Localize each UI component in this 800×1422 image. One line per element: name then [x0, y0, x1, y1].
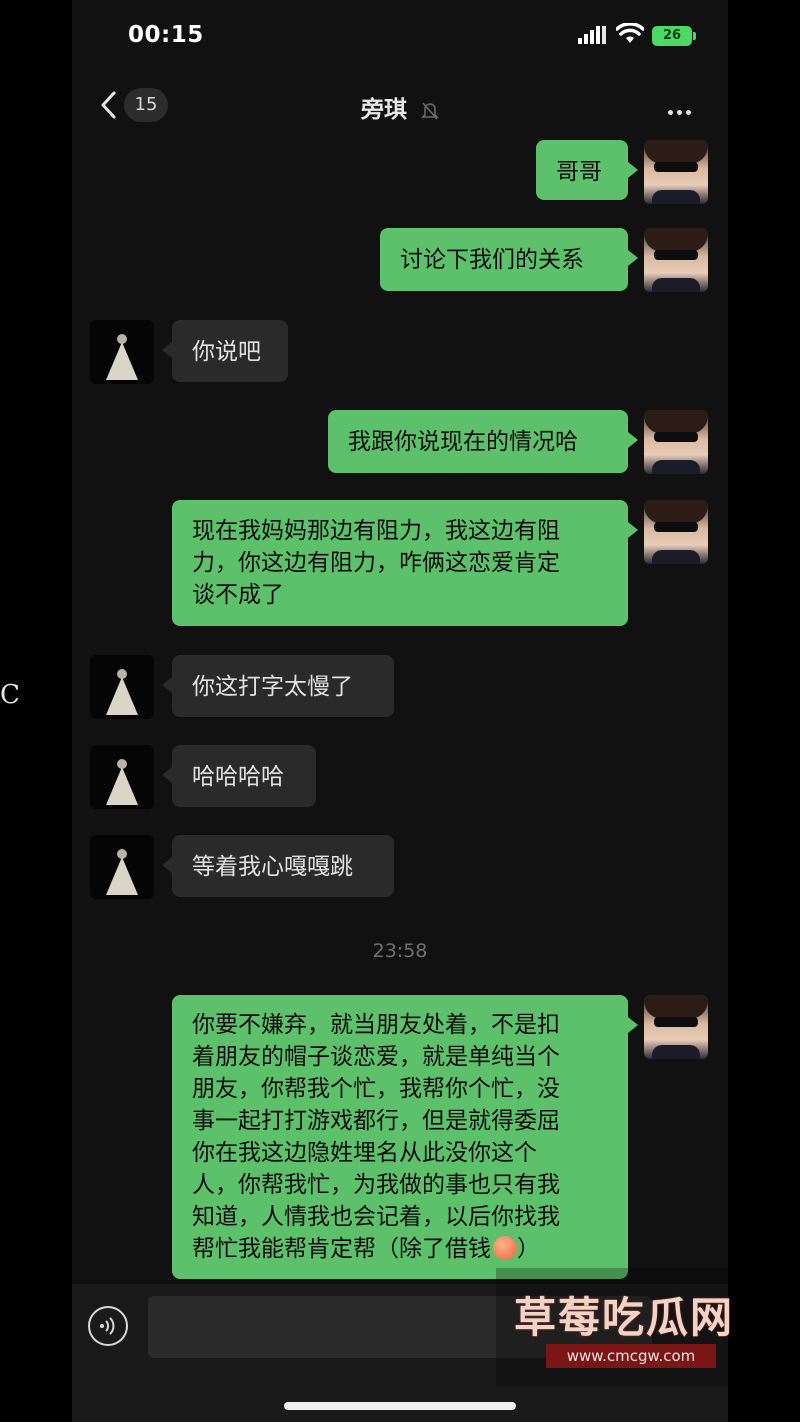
message-line: 知道，人情我也会记着，以后你找我 [192, 1204, 560, 1230]
contact-avatar[interactable] [90, 320, 154, 384]
self-avatar[interactable] [644, 410, 708, 474]
home-indicator[interactable] [284, 1402, 516, 1410]
message-bubble-contact[interactable]: 你说吧 [162, 320, 288, 382]
contact-avatar[interactable] [90, 745, 154, 809]
self-avatar[interactable] [644, 228, 708, 292]
message-line: 谈不成了 [192, 582, 284, 608]
message-line: 力，你这边有阻力，咋俩这恋爱肯定 [192, 550, 560, 576]
message-line-end: ） [517, 1236, 540, 1262]
status-time: 00:15 [128, 22, 204, 48]
watermark-logo: 草莓吃瓜网 [514, 1293, 735, 1342]
message-bubble-self[interactable]: 现在我妈妈那边有阻力，我这边有阻 力，你这边有阻力，咋俩这恋爱肯定 谈不成了 [172, 500, 638, 626]
message-line: 着朋友的帽子谈恋爱，就是单纯当个 [192, 1044, 560, 1070]
self-avatar[interactable] [644, 500, 708, 564]
message-line: 帮忙我能帮肯定帮（除了借钱 ） [192, 1233, 608, 1265]
message-line: 现在我妈妈那边有阻力，我这边有阻 [192, 518, 560, 544]
chat-title-wrap: 旁琪 [72, 90, 728, 124]
message-line: 朋友，你帮我个忙，我帮你个忙，没 [192, 1076, 560, 1102]
message-bubble-contact[interactable]: 等着我心嘎嘎跳 [162, 835, 394, 897]
battery-indicator: 26 [652, 26, 696, 46]
side-text: C [0, 680, 20, 710]
signal-icon [578, 26, 606, 44]
message-bubble-contact[interactable]: 你这打字太慢了 [162, 655, 394, 717]
watermark-url: www.cmcgw.com [546, 1344, 716, 1368]
emoji-icon [493, 1236, 517, 1260]
contact-avatar[interactable] [90, 835, 154, 899]
message-bubble-contact[interactable]: 哈哈哈哈 [162, 745, 316, 807]
message-bubble-self[interactable]: 哥哥 [536, 140, 638, 200]
message-line: 人，你帮我忙，为我做的事也只有我 [192, 1172, 560, 1198]
message-line: 你在我这边隐姓埋名从此没你这个 [192, 1140, 537, 1166]
more-icon[interactable] [668, 100, 695, 119]
status-bar: 00:15 26 [72, 0, 728, 70]
watermark: 草莓吃瓜网 www.cmcgw.com [496, 1268, 786, 1386]
message-bubble-self[interactable]: 你要不嫌弃，就当朋友处着，不是扣 着朋友的帽子谈恋爱，就是单纯当个 朋友，你帮我… [172, 995, 638, 1279]
chat-screen: 00:15 26 15 旁琪 哥哥 讨论下我们的关系 你说吧 我跟你说现在的情况… [72, 0, 728, 1422]
message-line-text: 帮忙我能帮肯定帮（除了借钱 [192, 1236, 491, 1262]
mute-icon [421, 101, 439, 120]
message-line: 事一起打打游戏都行，但是就得委屈 [192, 1108, 560, 1134]
contact-avatar[interactable] [90, 655, 154, 719]
chat-title: 旁琪 [360, 97, 407, 123]
self-avatar[interactable] [644, 140, 708, 204]
message-bubble-self[interactable]: 讨论下我们的关系 [380, 228, 638, 291]
time-separator: 23:58 [372, 940, 428, 962]
wifi-icon [616, 23, 644, 43]
self-avatar[interactable] [644, 995, 708, 1059]
chat-header: 15 旁琪 [72, 70, 728, 138]
voice-icon[interactable] [88, 1306, 128, 1346]
message-line: 你要不嫌弃，就当朋友处着，不是扣 [192, 1012, 560, 1038]
message-bubble-self[interactable]: 我跟你说现在的情况哈 [328, 410, 638, 473]
